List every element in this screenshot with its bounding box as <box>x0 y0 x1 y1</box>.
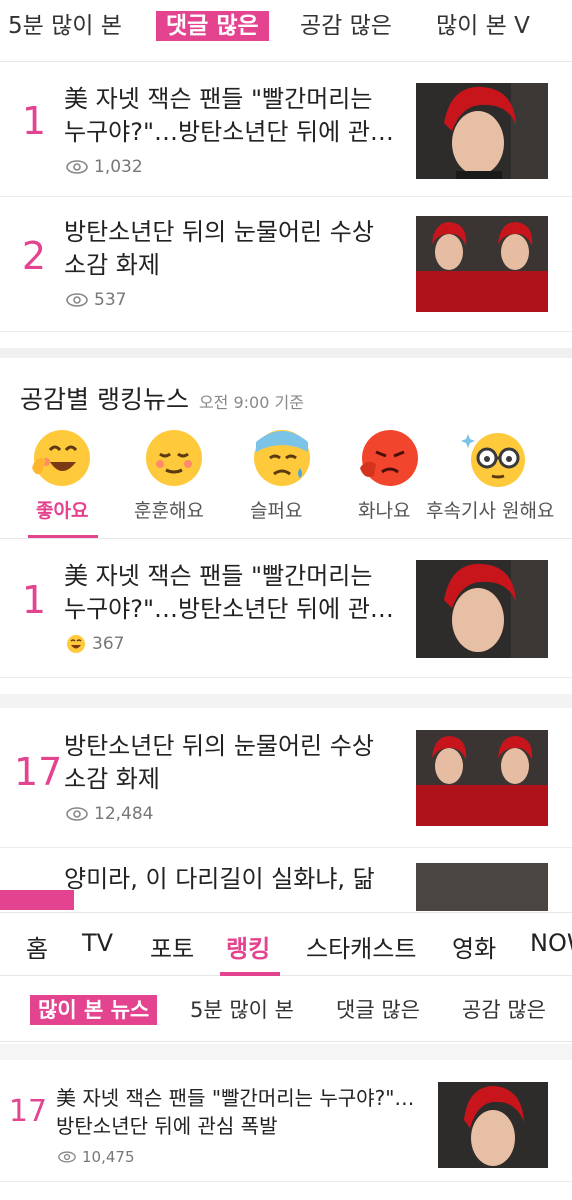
view-count: 12,484 <box>66 804 153 824</box>
section-divider <box>0 694 572 708</box>
news-title-line: 방탄소년단 뒤의 눈물어린 수상 <box>64 218 374 246</box>
news-title-line: 소감 화제 <box>64 251 160 279</box>
nav-photo[interactable]: 포토 <box>150 929 194 964</box>
news-title-line: 소감 화제 <box>64 765 160 793</box>
tab-most-comments[interactable]: 댓글 많은 <box>156 11 269 41</box>
news-title[interactable]: 美 자넷 잭슨 팬들 "빨간머리는 누구야?"…방탄소년단 뒤에 관… <box>64 83 404 149</box>
scroll-progress-bar <box>0 890 74 910</box>
tab-5min-most-viewed[interactable]: 5분 많이 본 <box>190 995 294 1025</box>
glasses-face-icon[interactable] <box>438 428 548 494</box>
news-list-item[interactable]: 1 美 자넷 잭슨 팬들 "빨간머리는 누구야?"…방탄소년단 뒤에 관… 36… <box>0 540 572 678</box>
news-list-item[interactable]: 양미라, 이 다리길이 실화냐, 닮 <box>0 849 572 911</box>
news-list-item[interactable]: 17 美 자넷 잭슨 팬들 "빨간머리는 누구야?"… 방탄소년단 뒤에 관심 … <box>0 1062 572 1182</box>
news-title[interactable]: 양미라, 이 다리길이 실화냐, 닮 <box>64 863 404 896</box>
nav-starcast[interactable]: 스타캐스트 <box>306 929 416 964</box>
tab-5min-most-viewed[interactable]: 5분 많이 본 <box>8 11 122 41</box>
eye-icon <box>58 1151 76 1163</box>
view-count-value: 12,484 <box>94 804 154 824</box>
angry-face-icon[interactable] <box>330 428 440 494</box>
view-count: 1,032 <box>66 157 143 177</box>
eye-icon <box>66 293 88 307</box>
news-thumbnail[interactable] <box>438 1082 548 1168</box>
section-divider <box>0 1044 572 1060</box>
laughing-face-icon <box>67 635 85 653</box>
rank-number: 17 <box>8 1094 48 1129</box>
eye-icon <box>66 160 88 174</box>
nav-ranking[interactable]: 랭킹 <box>226 929 270 964</box>
view-count: 537 <box>66 290 126 310</box>
news-title[interactable]: 美 자넷 잭슨 팬들 "빨간머리는 누구야?"… 방탄소년단 뒤에 관심 폭발 <box>56 1084 426 1140</box>
news-title-line: 누구야?"…방탄소년단 뒤에 관… <box>64 118 394 146</box>
main-nav: 홈 TV 포토 랭킹 스타캐스트 영화 NOW <box>0 912 572 976</box>
empathy-ranking-header: 공감별 랭킹뉴스 오전 9:00 기준 <box>20 380 304 416</box>
view-count-value: 10,475 <box>82 1148 135 1166</box>
news-title-line: 양미라, 이 다리길이 실화냐, 닮 <box>64 865 375 893</box>
news-title-line: 美 자넷 잭슨 팬들 "빨간머리는 <box>64 562 373 590</box>
news-title-line: 방탄소년단 뒤에 관심 폭발 <box>56 1114 278 1138</box>
emotion-tab-warm[interactable]: 훈훈해요 <box>134 496 204 523</box>
top-ranking-tabs: 5분 많이 본 댓글 많은 공감 많은 많이 본 V <box>0 0 572 62</box>
rank-number: 1 <box>21 99 47 143</box>
news-thumbnail[interactable] <box>416 216 548 312</box>
tab-most-viewed-v[interactable]: 많이 본 V <box>436 11 530 41</box>
rank-number: 1 <box>21 578 47 622</box>
news-thumbnail[interactable] <box>416 730 548 826</box>
laughing-face-icon[interactable] <box>4 428 114 494</box>
emotion-tab-follow-up[interactable]: 후속기사 원해요 <box>426 496 554 523</box>
ranking-sub-tabs: 많이 본 뉴스 5분 많이 본 댓글 많은 공감 많은 <box>0 978 572 1042</box>
reaction-count-value: 367 <box>92 634 125 654</box>
rank-number: 2 <box>21 234 47 278</box>
divider <box>0 538 572 539</box>
news-thumbnail[interactable] <box>416 863 548 911</box>
emotion-tab-like[interactable]: 좋아요 <box>36 496 88 523</box>
news-title[interactable]: 美 자넷 잭슨 팬들 "빨간머리는 누구야?"…방탄소년단 뒤에 관… <box>64 560 404 626</box>
view-count-value: 537 <box>94 290 127 310</box>
active-tab-indicator <box>220 972 280 976</box>
news-title-line: 美 자넷 잭슨 팬들 "빨간머리는 <box>64 85 373 113</box>
nav-tv[interactable]: TV <box>82 929 113 957</box>
news-title-line: 美 자넷 잭슨 팬들 "빨간머리는 누구야?"… <box>56 1086 415 1110</box>
tab-most-empathy[interactable]: 공감 많은 <box>462 995 546 1025</box>
emotion-tab-angry[interactable]: 화나요 <box>358 496 410 523</box>
view-count: 10,475 <box>58 1148 135 1166</box>
section-title: 공감별 랭킹뉴스 <box>20 385 189 414</box>
news-thumbnail[interactable] <box>416 83 548 179</box>
news-title[interactable]: 방탄소년단 뒤의 눈물어린 수상 소감 화제 <box>64 730 404 796</box>
eye-icon <box>66 807 88 821</box>
sad-face-icon[interactable] <box>222 428 332 494</box>
nav-home[interactable]: 홈 <box>26 929 48 964</box>
news-title-line: 방탄소년단 뒤의 눈물어린 수상 <box>64 732 374 760</box>
warm-face-icon[interactable] <box>114 428 224 494</box>
news-list-item[interactable]: 1 美 자넷 잭슨 팬들 "빨간머리는 누구야?"…방탄소년단 뒤에 관… 1,… <box>0 63 572 197</box>
view-count-value: 1,032 <box>94 157 143 177</box>
section-divider <box>0 348 572 358</box>
rank-number: 17 <box>14 750 63 794</box>
news-list-item[interactable]: 2 방탄소년단 뒤의 눈물어린 수상 소감 화제 537 <box>0 198 572 332</box>
news-thumbnail[interactable] <box>416 560 548 658</box>
updated-time: 오전 9:00 기준 <box>198 393 304 412</box>
emotion-tab-sad[interactable]: 슬퍼요 <box>250 496 302 523</box>
news-list-item[interactable]: 17 방탄소년단 뒤의 눈물어린 수상 소감 화제 12,484 <box>0 710 572 848</box>
tab-most-empathy[interactable]: 공감 많은 <box>300 11 392 41</box>
reaction-count: 367 <box>66 634 124 654</box>
news-title[interactable]: 방탄소년단 뒤의 눈물어린 수상 소감 화제 <box>64 216 404 282</box>
nav-movie[interactable]: 영화 <box>452 929 496 964</box>
tab-most-comments[interactable]: 댓글 많은 <box>336 995 420 1025</box>
nav-now[interactable]: NOW <box>530 929 572 957</box>
tab-most-viewed-news[interactable]: 많이 본 뉴스 <box>30 995 158 1025</box>
news-title-line: 누구야?"…방탄소년단 뒤에 관… <box>64 595 394 623</box>
